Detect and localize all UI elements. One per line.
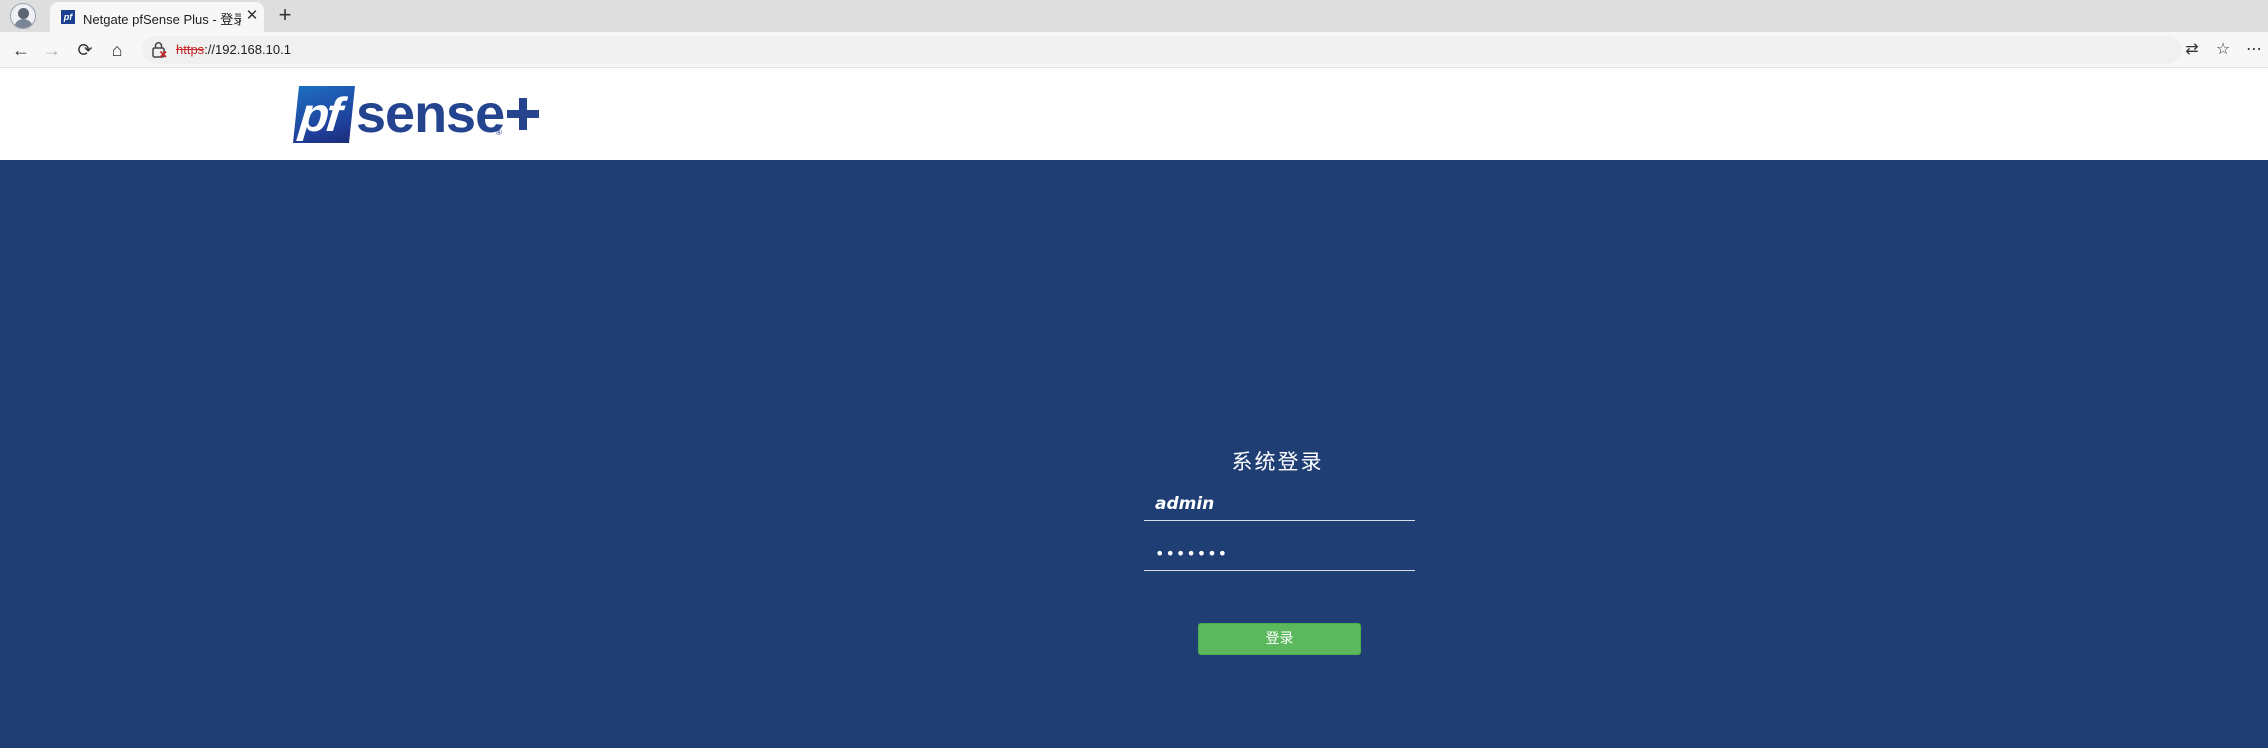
browser-tab[interactable]: pf Netgate pfSense Plus - 登录 ✕: [50, 2, 264, 32]
login-button[interactable]: 登录: [1198, 623, 1361, 655]
forward-arrow-icon[interactable]: →: [40, 38, 64, 62]
address-url: https://192.168.10.1: [176, 42, 291, 57]
address-bar[interactable]: https://192.168.10.1: [142, 36, 2182, 64]
reload-icon[interactable]: ⟳: [73, 38, 97, 62]
page-header: pf sense ®: [0, 68, 2268, 160]
username-input[interactable]: [1144, 487, 1415, 521]
url-host: ://192.168.10.1: [204, 42, 291, 57]
home-icon[interactable]: ⌂: [105, 38, 129, 62]
browser-toolbar: ← → ⟳ ⌂ https://192.168.10.1 ⇄ ☆ ⋯: [0, 32, 2268, 68]
login-title: 系统登录: [1231, 451, 1324, 474]
pfsense-favicon-icon: pf: [61, 10, 75, 24]
favorite-star-icon[interactable]: ☆: [2211, 38, 2235, 62]
logo-plus-icon: [507, 98, 539, 130]
tab-title: Netgate pfSense Plus - 登录: [83, 12, 241, 27]
back-arrow-icon[interactable]: ←: [9, 38, 33, 62]
close-tab-icon[interactable]: ✕: [243, 7, 261, 25]
logo-pf-mark: pf: [293, 86, 355, 143]
logo-wordmark: sense: [356, 84, 505, 144]
new-tab-icon[interactable]: +: [273, 3, 297, 27]
more-menu-icon[interactable]: ⋯: [2242, 38, 2266, 62]
profile-avatar-icon[interactable]: [10, 3, 36, 29]
logo-registered-mark: ®: [496, 128, 502, 137]
not-secure-lock-icon[interactable]: [150, 41, 168, 59]
password-input[interactable]: [1144, 537, 1415, 571]
url-scheme: https: [176, 42, 205, 57]
browser-tab-strip: pf Netgate pfSense Plus - 登录 ✕ +: [0, 0, 2268, 32]
translate-icon[interactable]: ⇄: [2180, 38, 2204, 62]
